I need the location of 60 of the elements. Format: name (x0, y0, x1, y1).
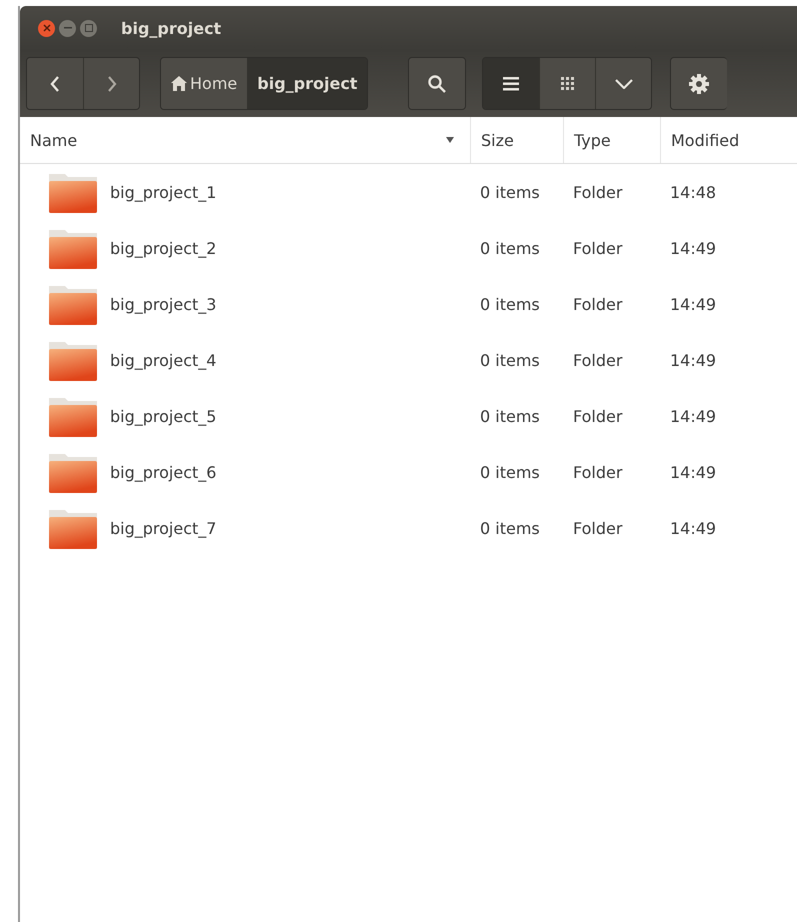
file-name: big_project_2 (110, 238, 216, 258)
folder-icon (48, 395, 98, 437)
file-type: Folder (573, 406, 622, 426)
grid-view-button[interactable] (539, 58, 596, 109)
item-count: 0 items (480, 406, 540, 426)
column-header[interactable]: Modified (660, 117, 797, 163)
folder-icon (48, 451, 98, 493)
column-header[interactable]: Name (20, 117, 470, 163)
file-name: big_project_1 (110, 182, 216, 202)
window-title: big_project (121, 18, 222, 38)
home-icon (171, 76, 187, 91)
minimize-icon (64, 27, 72, 29)
maximize-icon (84, 24, 92, 32)
modified-time: 14:49 (670, 238, 716, 258)
file-name: big_project_5 (110, 406, 216, 426)
column-header[interactable]: Type (563, 117, 660, 163)
close-icon (42, 24, 50, 32)
grid-icon (560, 76, 575, 90)
folder-icon (48, 339, 98, 381)
list-icon (503, 76, 520, 90)
file-name: big_project_4 (110, 350, 216, 370)
maximize-button[interactable] (80, 20, 97, 36)
file-name: big_project_6 (110, 462, 216, 482)
folder-icon (48, 283, 98, 325)
modified-time: 14:49 (670, 350, 716, 370)
search-icon (428, 74, 446, 92)
settings-icon (689, 74, 710, 94)
file-name: big_project_3 (110, 294, 216, 314)
forward-icon (106, 76, 116, 92)
search-button[interactable] (409, 58, 466, 109)
close-button[interactable] (38, 20, 55, 36)
modified-time: 14:49 (670, 518, 716, 538)
item-count: 0 items (480, 238, 540, 258)
item-count: 0 items (480, 518, 540, 538)
file-name: big_project_7 (110, 518, 216, 538)
modified-time: 14:49 (670, 462, 716, 482)
folder-icon (48, 507, 98, 549)
item-count: 0 items (480, 182, 540, 202)
file-type: Folder (573, 238, 622, 258)
folder-icon (48, 171, 98, 213)
item-count: 0 items (480, 350, 540, 370)
modified-time: 14:49 (670, 406, 716, 426)
back-icon (50, 76, 60, 92)
modified-time: 14:49 (670, 294, 716, 314)
list-view-button[interactable] (483, 58, 540, 109)
file-type: Folder (573, 462, 622, 482)
breadcrumb[interactable]: big_project (247, 58, 368, 109)
chevron-down-icon (614, 78, 633, 88)
file-type: Folder (573, 294, 622, 314)
column-header[interactable]: Size (470, 117, 563, 163)
settings-button[interactable] (671, 58, 728, 109)
file-type: Folder (573, 182, 622, 202)
file-type: Folder (573, 518, 622, 538)
breadcrumb[interactable]: Home (161, 58, 248, 109)
modified-time: 14:48 (670, 182, 716, 202)
item-count: 0 items (480, 294, 540, 314)
folder-icon (48, 227, 98, 269)
item-count: 0 items (480, 462, 540, 482)
minimize-button[interactable] (59, 20, 76, 36)
file-type: Folder (573, 350, 622, 370)
